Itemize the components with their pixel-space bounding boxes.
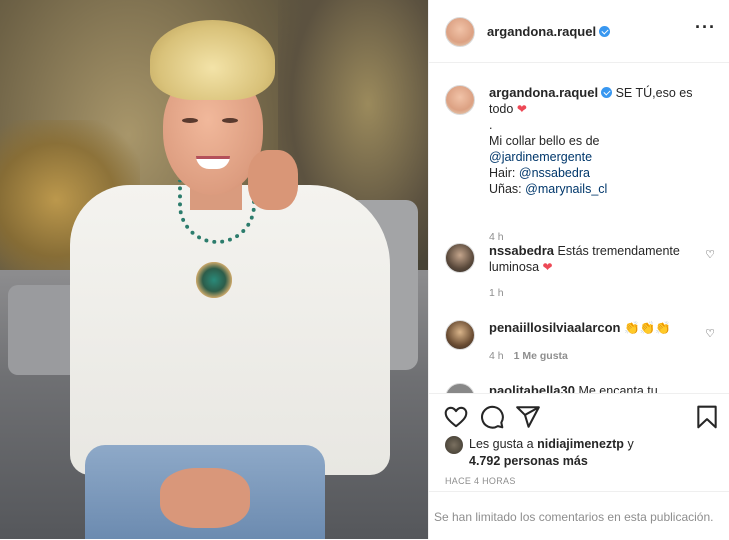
photo-eye	[182, 118, 198, 123]
likes-count[interactable]: 4.792 personas más	[469, 454, 588, 468]
comment-time[interactable]: 1 h	[489, 287, 504, 299]
author-avatar[interactable]	[445, 17, 475, 47]
comment-text: penaiillosilviaalarcon 👏👏👏	[489, 320, 709, 336]
liker-username[interactable]: nidiajimeneztp	[537, 437, 624, 451]
comment-message: 👏👏👏	[623, 321, 671, 335]
comments-limited-text: Se han limitado los comentarios en esta …	[434, 510, 714, 524]
likes-conj: y	[627, 437, 634, 451]
red-heart-emoji-icon: ❤	[542, 260, 553, 274]
comment-likes[interactable]: 1 Me gusta	[514, 350, 568, 362]
comment-meta: 4 h 1 Me gusta	[489, 350, 568, 362]
commenter-username[interactable]: nssabedra	[489, 243, 554, 258]
photo-eye	[222, 118, 238, 123]
likes-line-2: 4.792 personas más	[469, 454, 588, 468]
more-icon[interactable]: ···	[695, 18, 716, 36]
post-time[interactable]: HACE 4 HORAS	[445, 476, 516, 486]
verified-badge-icon	[599, 26, 611, 37]
comment-icon[interactable]	[479, 404, 505, 430]
red-heart-emoji-icon: ❤	[516, 102, 527, 116]
caption-dot: .	[489, 118, 493, 132]
likes-line-1: Les gusta a nidiajimeneztp y	[469, 437, 634, 451]
commenter-avatar[interactable]	[445, 320, 475, 350]
commenter-username[interactable]: penaiillosilviaalarcon	[489, 320, 621, 335]
post-header: argandona.raquel ···	[429, 0, 729, 63]
caption-line: Mi collar bello es de	[489, 134, 600, 148]
comment-time[interactable]: 4 h	[489, 350, 504, 362]
heart-icon[interactable]	[443, 404, 469, 430]
liker-avatar[interactable]	[445, 436, 463, 454]
post-actions: Les gusta a nidiajimeneztp y 4.792 perso…	[429, 393, 729, 492]
mention-link[interactable]: @marynails_cl	[525, 182, 607, 196]
comment-text: nssabedra Estás tremendamente luminosa ❤	[489, 243, 709, 275]
mention-link[interactable]: @jardinemergente	[489, 150, 592, 164]
comment-like-heart-icon[interactable]: ♡	[705, 327, 715, 340]
likes-prefix: Les gusta a	[469, 437, 534, 451]
mention-link[interactable]: @nssabedra	[519, 166, 590, 180]
verified-badge-icon	[601, 87, 613, 98]
photo-hand	[248, 150, 298, 210]
author-username[interactable]: argandona.raquel	[487, 24, 596, 39]
comment-message: Me encanta tu	[578, 384, 658, 393]
caption-label: Hair:	[489, 166, 516, 180]
caption-label: Uñas:	[489, 182, 522, 196]
caption-username[interactable]: argandona.raquel	[489, 85, 598, 100]
share-icon[interactable]	[515, 404, 541, 430]
caption-text: argandona.raquel SE TÚ,eso es todo ❤ . M…	[489, 85, 709, 197]
commenter-avatar[interactable]	[445, 243, 475, 273]
comment-text: paolitabella30 Me encanta tu	[489, 383, 709, 393]
comments-limited-notice: Se han limitado los comentarios en esta …	[429, 491, 729, 540]
post-photo[interactable]	[0, 0, 428, 539]
photo-hand	[160, 468, 250, 528]
comments-list: argandona.raquel SE TÚ,eso es todo ❤ . M…	[429, 63, 729, 393]
commenter-username[interactable]: paolitabella30	[489, 383, 575, 393]
post-side-panel: argandona.raquel ··· argandona.raquel SE…	[428, 0, 729, 539]
caption-time[interactable]: 4 h	[489, 231, 504, 243]
author-name-row: argandona.raquel	[487, 23, 611, 41]
commenter-avatar[interactable]	[445, 383, 475, 393]
photo-hair	[150, 20, 275, 100]
comment-like-heart-icon[interactable]: ♡	[705, 248, 715, 261]
author-avatar[interactable]	[445, 85, 475, 115]
photo-pendant	[196, 262, 232, 298]
bookmark-icon[interactable]	[694, 404, 720, 430]
